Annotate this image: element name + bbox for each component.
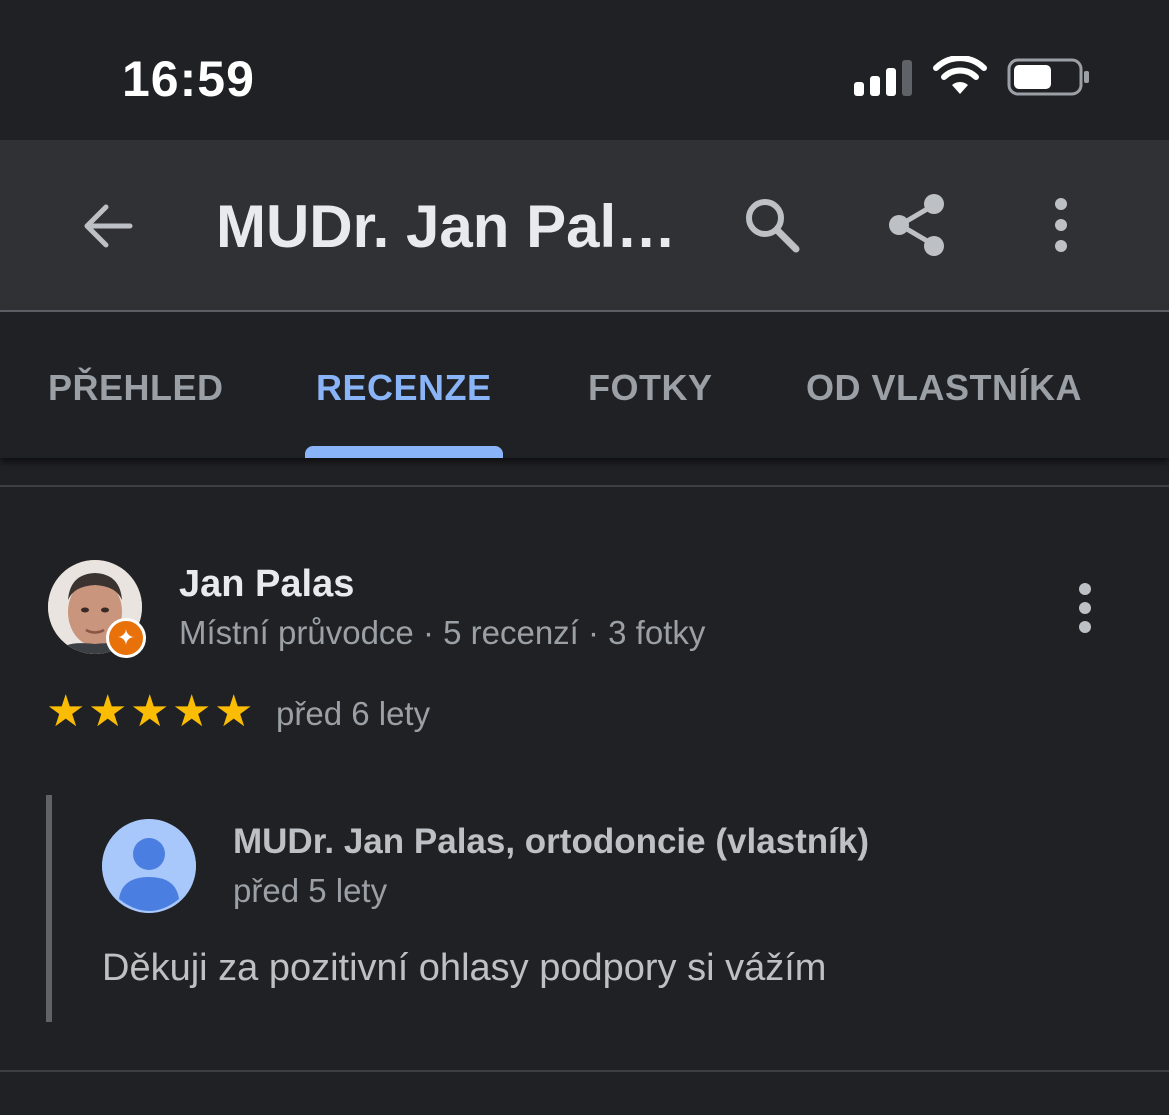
star-icon: ★	[88, 687, 128, 736]
star-icon: ★	[46, 687, 86, 736]
cellular-signal-icon	[854, 58, 914, 96]
divider	[0, 1070, 1169, 1072]
share-icon[interactable]	[886, 193, 948, 257]
active-tab-indicator	[305, 446, 503, 458]
status-time: 16:59	[122, 51, 255, 107]
owner-reply-date: před 5 lety	[233, 872, 388, 909]
tab-reviews[interactable]: RECENZE	[316, 367, 492, 409]
tab-from-owner[interactable]: OD VLASTNÍKA	[806, 367, 1082, 409]
owner-name: MUDr. Jan Palas, ortodoncie (vlastník)	[233, 822, 869, 861]
search-icon[interactable]	[742, 195, 802, 255]
tab-overview[interactable]: PŘEHLED	[48, 367, 224, 409]
divider	[0, 485, 1169, 487]
wifi-icon	[933, 56, 987, 94]
back-arrow-icon[interactable]	[80, 198, 136, 254]
star-icon: ★	[172, 687, 212, 736]
star-icon: ★	[214, 687, 254, 736]
battery-icon	[1007, 58, 1089, 96]
review-more-icon[interactable]	[1070, 582, 1100, 634]
star-icon: ★	[130, 687, 170, 736]
owner-avatar	[102, 819, 196, 913]
owner-reply-text: Děkuji za pozitivní ohlasy podpory si vá…	[102, 947, 827, 989]
review-date: před 6 lety	[276, 695, 431, 732]
status-bar: 16:59	[0, 0, 1169, 140]
reviewer-name[interactable]: Jan Palas	[179, 563, 354, 606]
more-vertical-icon[interactable]	[1046, 195, 1076, 255]
local-guide-badge-icon: ✦	[106, 618, 146, 658]
reply-indent-bar	[46, 795, 52, 1022]
tab-bar: PŘEHLED RECENZE FOTKY OD VLASTNÍKA	[0, 312, 1169, 458]
star-rating: ★ ★ ★ ★ ★	[46, 687, 256, 736]
tab-photos[interactable]: FOTKY	[588, 367, 713, 409]
page-title: MUDr. Jan Pal…	[216, 193, 677, 260]
app-bar: MUDr. Jan Pal…	[0, 140, 1169, 312]
reviewer-meta: Místní průvodce · 5 recenzí · 3 fotky	[179, 614, 706, 651]
